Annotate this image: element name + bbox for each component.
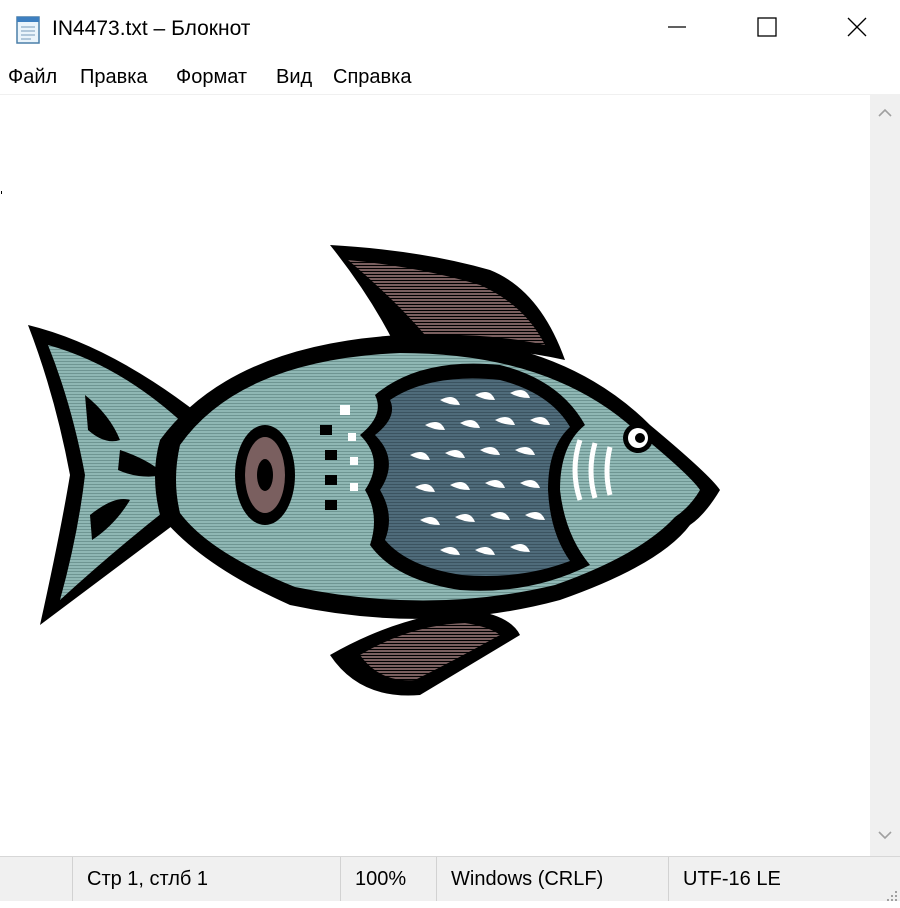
- window-title: IN4473.txt – Блокнот: [52, 17, 251, 40]
- menu-view[interactable]: Вид: [274, 63, 314, 91]
- maximize-icon: [757, 16, 777, 42]
- close-button[interactable]: [812, 0, 900, 58]
- scroll-down-button[interactable]: [870, 816, 900, 856]
- menu-format[interactable]: Формат: [174, 63, 249, 91]
- chevron-up-icon: [878, 105, 892, 123]
- fish-illustration: [28, 245, 720, 696]
- status-bar: Стр 1, стлб 1 100% Windows (CRLF) UTF-16…: [0, 856, 900, 901]
- menu-bar: Файл Правка Формат Вид Справка: [0, 58, 900, 94]
- resize-grip-icon[interactable]: [884, 885, 898, 901]
- status-line-endings: Windows (CRLF): [436, 857, 668, 901]
- status-cursor-position: Стр 1, стлб 1: [72, 857, 340, 901]
- text-caret: [1, 191, 2, 194]
- status-encoding: UTF-16 LE: [668, 857, 868, 901]
- menu-help[interactable]: Справка: [331, 63, 413, 91]
- minimize-button[interactable]: [632, 0, 722, 58]
- close-icon: [847, 17, 867, 42]
- menu-file[interactable]: Файл: [6, 63, 59, 91]
- chevron-down-icon: [878, 827, 892, 845]
- text-editor-area[interactable]: [0, 94, 870, 857]
- menu-edit[interactable]: Правка: [78, 63, 150, 91]
- minimize-icon: [667, 17, 687, 42]
- maximize-button[interactable]: [722, 0, 812, 58]
- title-bar[interactable]: IN4473.txt – Блокнот: [0, 0, 900, 58]
- status-zoom: 100%: [340, 857, 436, 901]
- notepad-icon: [14, 13, 44, 45]
- scroll-up-button[interactable]: [870, 94, 900, 134]
- vertical-scrollbar[interactable]: [870, 94, 900, 856]
